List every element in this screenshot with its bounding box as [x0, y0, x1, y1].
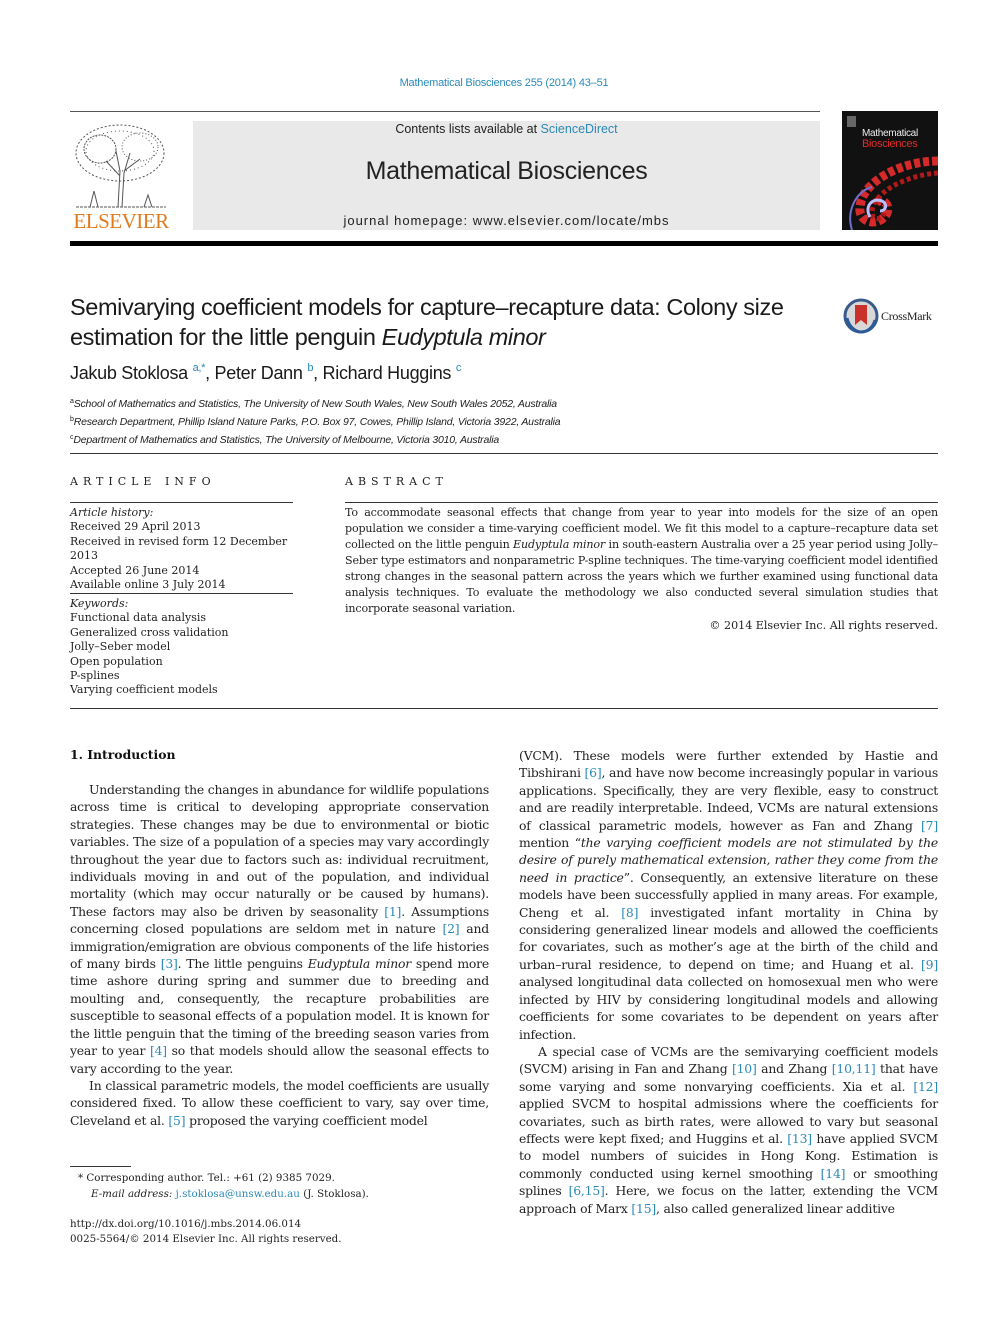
- author-list: Jakub Stoklosa a,*, Peter Dann b, Richar…: [70, 362, 462, 383]
- author-affiliation-marker[interactable]: c: [456, 362, 462, 374]
- citation-link[interactable]: [15]: [631, 1201, 656, 1216]
- affiliation-text: School of Mathematics and Statistics, Th…: [73, 398, 557, 410]
- body-right-column: (VCM). These models were further extende…: [519, 747, 938, 1217]
- keyword-item: Functional data analysis: [70, 611, 206, 625]
- article-title: Semivarying coefficient models for captu…: [70, 292, 830, 352]
- text: mention “: [519, 835, 581, 851]
- history-item: Accepted 26 June 2014: [70, 563, 200, 577]
- history-item: Available online 3 July 2014: [70, 578, 226, 592]
- article-history: Article history: Received 29 April 2013 …: [70, 506, 300, 592]
- article-info-divider: [70, 502, 293, 503]
- email-note: E-mail address: j.stoklosa@unsw.edu.au (…: [91, 1186, 369, 1202]
- contents-prefix: Contents lists available at: [395, 122, 541, 136]
- citation-link[interactable]: [2]: [442, 921, 459, 936]
- keywords-block: Keywords: Functional data analysis Gener…: [70, 597, 300, 698]
- crossmark-icon: [843, 298, 879, 334]
- journal-cover-image[interactable]: Mathematical Biosciences: [842, 111, 938, 230]
- affiliation-item: cDepartment of Mathematics and Statistic…: [70, 430, 560, 448]
- article-history-label: Article history:: [70, 506, 154, 519]
- keywords-divider: [70, 593, 293, 594]
- keyword-item: Varying coefficient models: [70, 683, 218, 697]
- text: , also called generalized linear additiv…: [656, 1200, 895, 1216]
- author-name[interactable]: Richard Huggins: [323, 363, 452, 383]
- affiliation-text: Department of Mathematics and Statistics…: [73, 434, 500, 446]
- elsevier-logo: ELSEVIER: [70, 121, 172, 233]
- citation-link[interactable]: [13]: [787, 1131, 812, 1146]
- email-link[interactable]: j.stoklosa@unsw.edu.au: [176, 1188, 300, 1200]
- contents-line: Contents lists available at ScienceDirec…: [193, 122, 820, 136]
- citation-link[interactable]: [3]: [161, 956, 178, 971]
- email-suffix: (J. Stoklosa).: [299, 1188, 369, 1200]
- elsevier-wordmark: ELSEVIER: [73, 209, 169, 233]
- citation-link[interactable]: [1]: [384, 904, 401, 919]
- citation-link[interactable]: [5]: [168, 1113, 185, 1128]
- citation-link[interactable]: [10]: [732, 1061, 757, 1076]
- issn-copyright: 0025-5564/© 2014 Elsevier Inc. All right…: [70, 1233, 342, 1245]
- affiliation-text: Research Department, Phillip Island Natu…: [73, 416, 561, 428]
- citation-link[interactable]: [12]: [913, 1079, 938, 1094]
- front-matter-divider: [70, 708, 938, 709]
- article-info-heading: ARTICLE INFO: [70, 475, 216, 488]
- corresponding-author-note: * Corresponding author. Tel.: +61 (2) 93…: [78, 1172, 335, 1184]
- journal-homepage[interactable]: journal homepage: www.elsevier.com/locat…: [193, 213, 820, 228]
- citation-link[interactable]: [7]: [921, 818, 938, 833]
- section-heading-introduction: 1. Introduction: [70, 747, 176, 762]
- text: Understanding the changes in abundance f…: [70, 782, 489, 919]
- doi-link[interactable]: http://dx.doi.org/10.1016/j.mbs.2014.06.…: [70, 1216, 301, 1232]
- paragraph: In classical parametric models, the mode…: [70, 1077, 489, 1129]
- email-label: E-mail address:: [91, 1188, 176, 1200]
- citation-link[interactable]: [10,11]: [832, 1061, 876, 1076]
- abstract-divider: [345, 502, 938, 503]
- header-thick-divider: [70, 241, 938, 246]
- top-divider: [70, 111, 820, 112]
- text: proposed the varying coefficient model: [185, 1112, 428, 1128]
- crossmark-button[interactable]: CrossMark: [843, 298, 943, 334]
- abstract-text: To accommodate seasonal effects that cha…: [345, 505, 938, 617]
- affiliations-divider: [70, 453, 938, 454]
- citation-link[interactable]: [8]: [621, 905, 638, 920]
- paragraph: (VCM). These models were further extende…: [519, 747, 938, 1043]
- affiliations: aSchool of Mathematics and Statistics, T…: [70, 394, 561, 448]
- keyword-item: Open population: [70, 654, 163, 668]
- abstract-species: Eudyptula minor: [513, 538, 606, 551]
- crossmark-label: CrossMark: [881, 309, 932, 323]
- species-name: Eudyptula minor: [307, 956, 412, 972]
- footnote-divider: [70, 1166, 131, 1167]
- journal-title: Mathematical Biosciences: [365, 157, 648, 185]
- citation-link[interactable]: [6,15]: [569, 1183, 605, 1198]
- spiral-artwork-icon: [849, 156, 938, 230]
- keyword-item: Generalized cross validation: [70, 625, 229, 639]
- abstract-copyright: © 2014 Elsevier Inc. All rights reserved…: [709, 619, 938, 632]
- keywords-label: Keywords:: [70, 597, 129, 610]
- history-item: Received in revised form 12 December 201…: [70, 534, 288, 563]
- sciencedirect-link[interactable]: ScienceDirect: [541, 122, 618, 136]
- text: analysed longitudinal data collected on …: [519, 974, 938, 1042]
- journal-masthead: Contents lists available at ScienceDirec…: [193, 121, 820, 230]
- citation-link[interactable]: [6]: [585, 765, 602, 780]
- text: . The little penguins: [177, 956, 308, 972]
- journal-reference-link[interactable]: Mathematical Biosciences 255 (2014) 43–5…: [0, 77, 992, 89]
- citation-link[interactable]: [4]: [150, 1043, 167, 1058]
- history-item: Received 29 April 2013: [70, 520, 201, 534]
- elsevier-tree-icon: [75, 124, 166, 208]
- keyword-item: Jolly–Seber model: [70, 640, 171, 654]
- title-species: Eudyptula minor: [381, 324, 546, 350]
- author-affiliation-marker[interactable]: b: [307, 362, 313, 374]
- paragraph: Understanding the changes in abundance f…: [70, 781, 489, 1077]
- text: and Zhang: [756, 1061, 832, 1077]
- paragraph: A special case of VCMs are the semivaryi…: [519, 1043, 938, 1217]
- abstract-heading: ABSTRACT: [345, 475, 448, 488]
- author-name[interactable]: Peter Dann: [215, 363, 303, 383]
- citation-link[interactable]: [9]: [921, 957, 938, 972]
- citation-link[interactable]: [14]: [821, 1166, 846, 1181]
- body-left-column: Understanding the changes in abundance f…: [70, 781, 489, 1129]
- affiliation-item: bResearch Department, Phillip Island Nat…: [70, 412, 561, 430]
- author-affiliation-marker[interactable]: a,*: [193, 362, 206, 374]
- author-name[interactable]: Jakub Stoklosa: [70, 363, 188, 383]
- keyword-item: P-splines: [70, 669, 120, 683]
- affiliation-item: aSchool of Mathematics and Statistics, T…: [70, 394, 560, 412]
